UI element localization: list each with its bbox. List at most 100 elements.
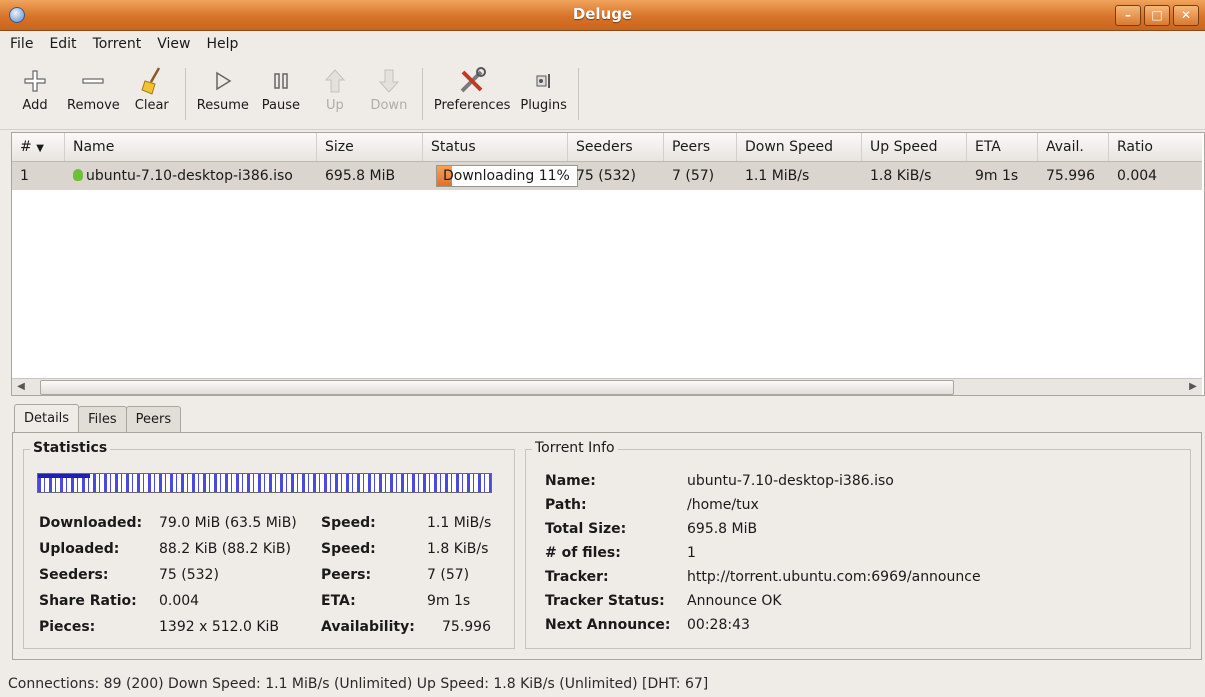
torrent-size: 695.8 MiB	[325, 168, 396, 184]
close-button[interactable]: ✕	[1173, 5, 1199, 26]
horizontal-scrollbar[interactable]: ◀ ▶	[12, 378, 1202, 395]
torrent-list[interactable]: # ▼ Name Size Status Seeders Peers Down …	[11, 132, 1205, 396]
status-bar: Connections: 89 (200) Down Speed: 1.1 Mi…	[8, 676, 709, 692]
info-files-label: # of files:	[545, 545, 621, 561]
plugin-icon	[527, 64, 561, 98]
column-seeders[interactable]: Seeders	[568, 133, 664, 161]
menu-bar: File Edit Torrent View Help	[0, 31, 1205, 57]
preferences-button[interactable]: Preferences	[429, 60, 515, 113]
plugins-button[interactable]: Plugins	[515, 60, 572, 113]
tab-peers[interactable]: Peers	[125, 406, 182, 433]
info-tracker-label: Tracker:	[545, 569, 609, 585]
availability-label: Availability:	[321, 619, 415, 635]
scroll-right-icon[interactable]: ▶	[1186, 380, 1200, 393]
share-ratio-label: Share Ratio:	[39, 593, 137, 609]
peers-label: Peers:	[321, 567, 372, 583]
downloading-icon	[73, 169, 83, 181]
menu-help[interactable]: Help	[200, 36, 244, 52]
availability-value: 75.996	[442, 619, 491, 635]
torrent-seeders: 75 (532)	[576, 168, 636, 184]
column-size[interactable]: Size	[317, 133, 423, 161]
column-ratio[interactable]: Ratio	[1109, 133, 1202, 161]
menu-edit[interactable]: Edit	[43, 36, 82, 52]
info-tracker-status-value: Announce OK	[687, 593, 782, 609]
sort-down-icon: ▼	[36, 143, 44, 154]
info-next-announce-label: Next Announce:	[545, 617, 671, 633]
eta-label: ETA:	[321, 593, 356, 609]
clear-button[interactable]: Clear	[125, 60, 179, 113]
minimize-button[interactable]: –	[1115, 5, 1141, 26]
pieces-bar	[37, 473, 492, 493]
tab-files[interactable]: Files	[78, 406, 127, 433]
play-icon	[206, 64, 240, 98]
detail-tabs: Details Files Peers	[14, 404, 182, 433]
remove-button[interactable]: Remove	[62, 60, 125, 113]
status-text: Downloading 11%	[443, 168, 570, 184]
column-down-speed[interactable]: Down Speed	[737, 133, 862, 161]
toolbar-separator	[577, 68, 579, 120]
down-speed-label: Speed:	[321, 515, 376, 531]
list-header: # ▼ Name Size Status Seeders Peers Down …	[12, 133, 1202, 162]
toolbar-separator	[421, 68, 423, 120]
uploaded-value: 88.2 KiB (88.2 KiB)	[159, 541, 291, 557]
column-name[interactable]: Name	[65, 133, 317, 161]
window-title: Deluge	[572, 5, 633, 23]
scroll-left-icon[interactable]: ◀	[14, 380, 28, 393]
eta-value: 9m 1s	[427, 593, 471, 609]
up-button[interactable]: Up	[308, 60, 362, 113]
deluge-window: Deluge – □ ✕ File Edit Torrent View Help…	[0, 0, 1205, 697]
seeders-label: Seeders:	[39, 567, 109, 583]
info-next-announce-value: 00:28:43	[687, 617, 750, 633]
pieces-value: 1392 x 512.0 KiB	[159, 619, 280, 635]
menu-view[interactable]: View	[151, 36, 196, 52]
column-status[interactable]: Status	[423, 133, 568, 161]
torrent-down-speed: 1.1 MiB/s	[745, 168, 810, 184]
info-name-label: Name:	[545, 473, 596, 489]
torrent-number: 1	[20, 168, 29, 184]
info-name-value: ubuntu-7.10-desktop-i386.iso	[687, 473, 894, 489]
column-up-speed[interactable]: Up Speed	[862, 133, 967, 161]
info-path-label: Path:	[545, 497, 587, 513]
info-size-label: Total Size:	[545, 521, 627, 537]
column-eta[interactable]: ETA	[967, 133, 1038, 161]
downloaded-value: 79.0 MiB (63.5 MiB)	[159, 515, 297, 531]
arrow-down-icon	[372, 64, 406, 98]
table-row[interactable]: 1 ubuntu-7.10-desktop-i386.iso 695.8 MiB…	[12, 162, 1202, 190]
menu-torrent[interactable]: Torrent	[87, 36, 148, 52]
pieces-label: Pieces:	[39, 619, 96, 635]
torrent-ratio: 0.004	[1117, 168, 1158, 184]
share-ratio-value: 0.004	[159, 593, 200, 609]
column-peers[interactable]: Peers	[664, 133, 737, 161]
title-bar[interactable]: Deluge – □ ✕	[0, 0, 1205, 31]
pause-icon	[264, 64, 298, 98]
torrent-info-grid: Name: ubuntu-7.10-desktop-i386.iso Path:…	[545, 469, 1185, 637]
statistics-grid: Downloaded: 79.0 MiB (63.5 MiB) Speed: 1…	[39, 510, 509, 640]
down-speed-value: 1.1 MiB/s	[427, 515, 492, 531]
torrent-peers: 7 (57)	[672, 168, 715, 184]
resume-button[interactable]: Resume	[192, 60, 254, 113]
downloaded-label: Downloaded:	[39, 515, 143, 531]
add-button[interactable]: Add	[8, 60, 62, 113]
info-tracker-status-label: Tracker Status:	[545, 593, 665, 609]
torrent-up-speed: 1.8 KiB/s	[870, 168, 932, 184]
up-speed-label: Speed:	[321, 541, 376, 557]
arrow-up-icon	[318, 64, 352, 98]
tab-details[interactable]: Details	[14, 404, 80, 433]
seeders-value: 75 (532)	[159, 567, 219, 583]
window-controls: – □ ✕	[1115, 5, 1199, 26]
info-size-value: 695.8 MiB	[687, 521, 758, 537]
pause-button[interactable]: Pause	[254, 60, 308, 113]
toolbar-separator	[184, 68, 186, 120]
column-avail[interactable]: Avail.	[1038, 133, 1109, 161]
maximize-button[interactable]: □	[1144, 5, 1170, 26]
scrollbar-thumb[interactable]	[40, 380, 954, 395]
down-button[interactable]: Down	[362, 60, 416, 113]
pieces-complete-bar	[38, 474, 90, 478]
toolbar: Add Remove Clear Resume Pause Up Down Pr…	[0, 60, 1205, 130]
minus-icon	[76, 64, 110, 98]
uploaded-label: Uploaded:	[39, 541, 120, 557]
tools-icon	[455, 64, 489, 98]
info-tracker-value: http://torrent.ubuntu.com:6969/announce	[687, 569, 981, 585]
menu-file[interactable]: File	[4, 36, 39, 52]
column-number[interactable]: # ▼	[12, 133, 65, 161]
